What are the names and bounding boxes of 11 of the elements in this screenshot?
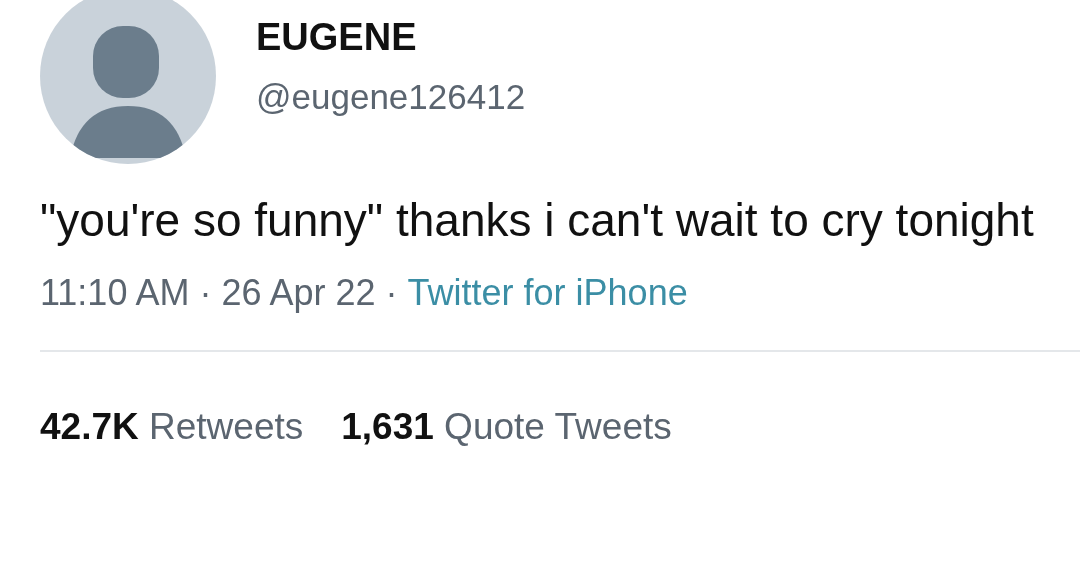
separator-dot: · [199, 271, 212, 315]
quote-tweets-link[interactable]: 1,631 Quote Tweets [341, 404, 672, 450]
source-link[interactable]: Twitter for iPhone [407, 270, 688, 316]
user-handle: @eugene126412 [256, 76, 526, 118]
tweet-date: 26 Apr 22 [221, 271, 376, 315]
display-name: EUGENE [256, 16, 418, 58]
tweet-text: "you're so funny" thanks i can't wait to cry tonight [39, 193, 1035, 248]
tweet-time: 11:10 AM [40, 271, 190, 315]
avatar-icon [40, 0, 216, 164]
separator-dot: · [385, 271, 398, 315]
retweets-link[interactable]: 42.7K Retweets [40, 404, 304, 450]
